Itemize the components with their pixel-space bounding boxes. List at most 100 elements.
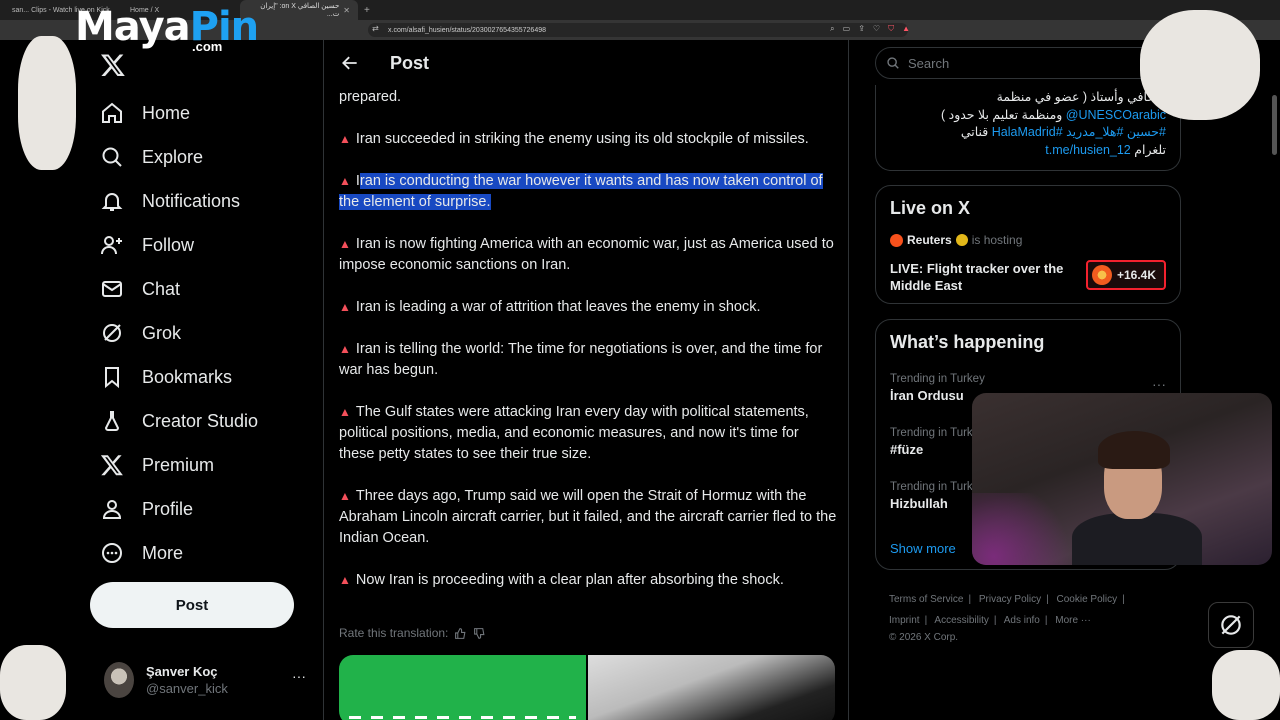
red-triangle-icon: ▲: [339, 342, 351, 356]
more-icon[interactable]: ···: [292, 668, 306, 684]
share-icon[interactable]: ⇪: [858, 24, 865, 34]
nav-profile[interactable]: Profile: [100, 491, 193, 527]
nav-grok[interactable]: Grok: [100, 315, 181, 351]
logo-maya: Maya: [75, 4, 191, 50]
add-person-icon: [101, 236, 122, 255]
account-switcher[interactable]: Şanver Koç @sanver_kick ···: [104, 660, 314, 700]
footer-link[interactable]: Accessibility: [934, 615, 988, 626]
red-triangle-icon: ▲: [339, 405, 351, 419]
copyright: © 2026 X Corp.: [889, 632, 959, 643]
post-paragraph: ▲ Three days ago, Trump said we will open…: [339, 486, 837, 549]
nav-bookmarks[interactable]: Bookmarks: [100, 359, 232, 395]
hosting-text: is hosting: [971, 233, 1023, 247]
footer-link[interactable]: Imprint: [889, 615, 920, 626]
footer-link[interactable]: Privacy Policy: [979, 594, 1041, 605]
search-input[interactable]: [908, 55, 1158, 71]
nav-notifications[interactable]: Notifications: [100, 183, 240, 219]
post-media[interactable]: [339, 655, 835, 720]
nav-label: Follow: [142, 234, 195, 255]
live-stream-title[interactable]: LIVE: Flight tracker over the Middle Eas…: [890, 260, 1080, 294]
post-paragraph: ▲ Now Iran is proceeding with a clear pla…: [339, 570, 837, 591]
bio-line: صحافي وأستاذ ( عضو في منظمة: [996, 90, 1166, 104]
paragraph-text: Now Iran is proceeding with a clear plan…: [355, 572, 784, 588]
rate-label: Rate this translation:: [339, 626, 449, 640]
show-more-link[interactable]: Show more: [890, 541, 956, 556]
post-column: Post prepared. ▲ Iran succeeded in striki…: [323, 40, 849, 720]
thumbs-up-icon[interactable]: [454, 627, 467, 640]
trend-item[interactable]: Trending in Turk #füze: [890, 427, 973, 457]
footer-links: Terms of Service | Privacy Policy | Cookie…: [889, 594, 1125, 643]
live-host[interactable]: Reuters is hosting: [890, 233, 1166, 247]
red-triangle-icon: ▲: [339, 573, 351, 587]
logo-dotcom: .com: [192, 39, 223, 54]
cat-sticker-overlay: [1212, 650, 1280, 720]
trend-more-icon[interactable]: ···: [1152, 376, 1166, 392]
red-triangle-icon: ▲: [339, 489, 351, 503]
grok-floating-button[interactable]: [1208, 602, 1254, 648]
x-logo-icon[interactable]: [100, 52, 126, 78]
thumbs-down-icon[interactable]: [473, 627, 486, 640]
logo-word: MayaPin: [75, 4, 259, 50]
media-image-flag[interactable]: [339, 655, 586, 720]
trend-meta: Trending in Turk: [890, 481, 973, 493]
live-listeners-badge[interactable]: +16.4K: [1085, 260, 1166, 290]
footer-link[interactable]: Ads info: [1004, 615, 1040, 626]
bio-line: تلغرام t.me/husien_12: [890, 142, 1166, 160]
trend-name: #füze: [890, 442, 924, 457]
home-icon: [102, 102, 122, 123]
verified-badge-icon: [955, 234, 968, 246]
page-scrollbar[interactable]: [1272, 95, 1277, 155]
browser-toolbar: ⌕ ▭ ⇪ ♡ ⛉ ▲: [830, 24, 910, 34]
media-image-photo[interactable]: [588, 655, 835, 720]
shield-icon[interactable]: ⛉: [888, 24, 894, 34]
red-triangle-icon: ▲: [339, 132, 351, 146]
back-arrow-icon[interactable]: [340, 53, 360, 73]
reuters-logo-icon: [890, 233, 903, 247]
nav-premium[interactable]: Premium: [100, 447, 214, 483]
footer-link[interactable]: Terms of Service: [889, 594, 963, 605]
new-tab-icon[interactable]: +: [358, 5, 376, 16]
footer-link[interactable]: Cookie Policy: [1057, 594, 1118, 605]
rewards-icon[interactable]: ▲: [902, 24, 910, 34]
telegram-link[interactable]: t.me/husien_12: [1045, 143, 1130, 157]
nav-creator-studio[interactable]: Creator Studio: [100, 403, 258, 439]
paragraph-text: Three days ago, Trump said we will open …: [339, 488, 837, 546]
paragraph-text: Iran is telling the world: The time for …: [339, 341, 823, 378]
site-info-icon[interactable]: ⇄: [372, 24, 379, 33]
avatar: [104, 662, 134, 698]
author-bio: صحافي وأستاذ ( عضو في منظمة @UNESCOarabi…: [875, 85, 1181, 171]
search-box[interactable]: [875, 47, 1181, 79]
footer-link[interactable]: More ···: [1055, 615, 1091, 626]
favorite-icon[interactable]: ♡: [873, 24, 880, 34]
red-triangle-icon: ▲: [339, 174, 351, 188]
nav-home[interactable]: Home: [100, 95, 190, 131]
nav-label: Explore: [142, 146, 204, 167]
close-tab-icon[interactable]: ✕: [343, 6, 350, 15]
nav-follow[interactable]: Follow: [100, 227, 194, 263]
trend-item[interactable]: Trending in Turk Hizbullah: [890, 481, 973, 511]
post-paragraph-selected: ▲ Iran is conducting the war however it w…: [339, 171, 837, 213]
unesco-link[interactable]: @UNESCOarabic: [1066, 108, 1166, 122]
paragraph-text: Iran is leading a war of attrition that …: [355, 299, 761, 315]
trend-item[interactable]: Trending in Turkey İran Ordusu: [890, 373, 985, 403]
nav-label: Profile: [142, 498, 194, 519]
trend-name: İran Ordusu: [890, 388, 964, 403]
red-triangle-icon: ▲: [339, 300, 351, 314]
post-paragraph: ▲ The Gulf states were attacking Iran eve…: [339, 402, 837, 465]
nav-more[interactable]: More: [100, 535, 183, 571]
url-field[interactable]: x.com/alsafi_husien/status/2030027654355…: [368, 23, 908, 37]
post-button[interactable]: Post: [90, 582, 294, 628]
paragraph-text: The Gulf states were attacking Iran ever…: [339, 404, 809, 462]
screenshot-icon[interactable]: ▭: [843, 24, 851, 34]
nav-chat[interactable]: Chat: [100, 271, 180, 307]
hashtag-links[interactable]: #حسين #هلا_مدريد #HalaMadrid: [992, 125, 1166, 139]
bio-text: ومنظمة تعليم بلا حدود ): [941, 107, 1066, 122]
paragraph-text: Iran is now fighting America with an eco…: [339, 236, 834, 273]
zoom-icon[interactable]: ⌕: [830, 24, 834, 34]
person-icon: [102, 500, 122, 519]
bio-line: #حسين #هلا_مدريد #HalaMadrid قناتي: [890, 124, 1166, 142]
cat-sticker-overlay: [1140, 10, 1260, 120]
nav-label: Bookmarks: [142, 366, 233, 387]
nav-explore[interactable]: Explore: [100, 139, 203, 175]
bio-line: @UNESCOarabic ومنظمة تعليم بلا حدود ): [890, 107, 1166, 125]
